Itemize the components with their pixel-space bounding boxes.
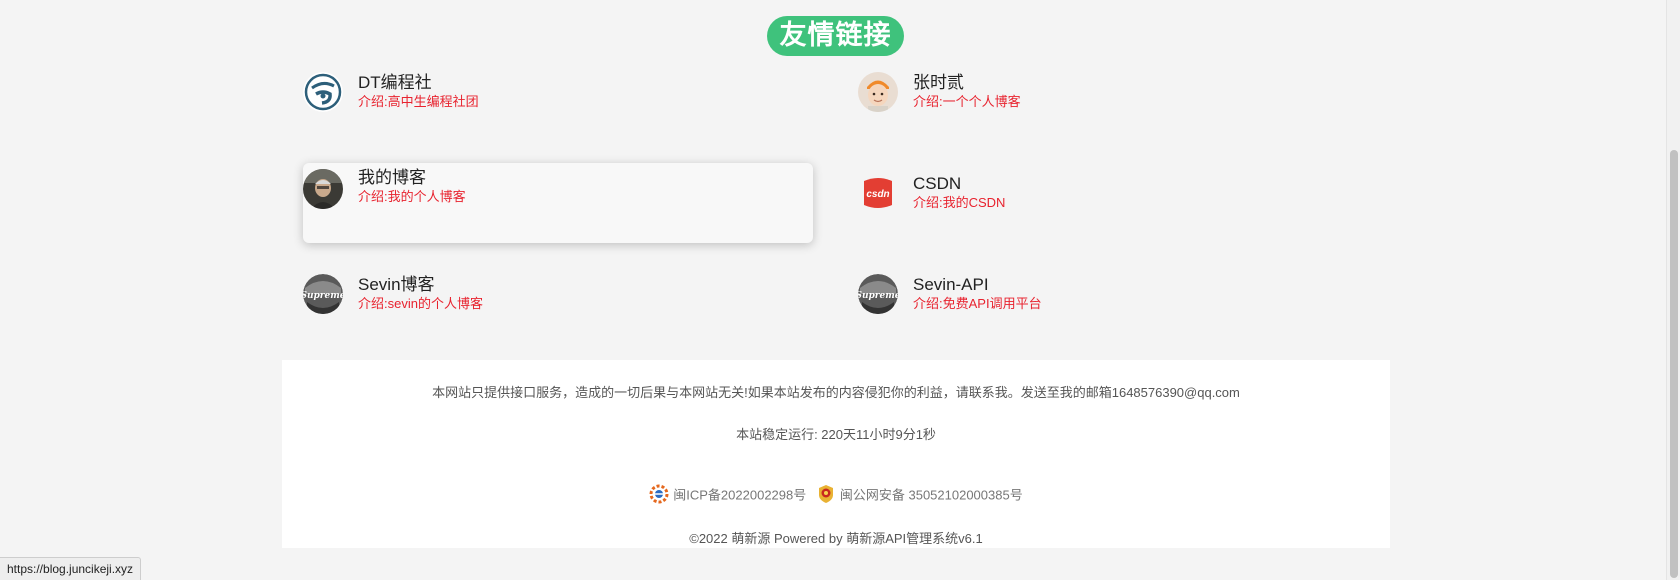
child-avatar-icon [858, 72, 898, 112]
svg-text:csdn: csdn [866, 189, 889, 200]
dt-logo-icon [303, 72, 343, 112]
link-desc: 介绍:我的CSDN [913, 195, 1006, 210]
link-card-my-blog[interactable]: 我的博客 介绍:我的个人博客 [303, 163, 813, 243]
footer-disclaimer: 本网站只提供接口服务，造成的一切后果与本网站无关!如果本站发布的内容侵犯你的利益… [432, 385, 1240, 400]
link-desc: 介绍:sevin的个人博客 [358, 296, 483, 311]
link-desc: 介绍:一个个人博客 [913, 94, 1021, 109]
status-bar-url: https://blog.juncikeji.xyz [0, 557, 142, 580]
supreme-avatar-icon: Supreme [303, 274, 343, 314]
link-name: DT编程社 [358, 73, 432, 92]
link-card-zhangshier[interactable]: 张时贰 介绍:一个个人博客 [858, 72, 1368, 152]
vertical-scrollbar[interactable] [1666, 0, 1680, 580]
footer: 本网站只提供接口服务，造成的一切后果与本网站无关!如果本站发布的内容侵犯你的利益… [282, 360, 1390, 548]
supreme-avatar-icon: Supreme [858, 274, 898, 314]
link-name: 我的博客 [358, 168, 426, 187]
link-name: CSDN [913, 174, 962, 193]
svg-text:Supreme: Supreme [858, 291, 898, 301]
friend-links-page: 友情链接 DT编程社 介绍:高中生编程社团 张时贰 介绍:一个个人博客 我的博客… [0, 0, 1680, 580]
icp-emblem-icon [649, 484, 669, 504]
link-card-sevin-blog[interactable]: Supreme Sevin博客 介绍:sevin的个人博客 [303, 274, 813, 354]
link-name: Sevin-API [913, 275, 989, 294]
portrait-avatar-icon [303, 169, 343, 209]
footer-copyright: ©2022 萌新源 Powered by 萌新源API管理系统v6.1 [689, 531, 983, 546]
link-card-sevin-api[interactable]: Supreme Sevin-API 介绍:免费API调用平台 [858, 274, 1368, 354]
police-beian-link[interactable]: 闽公网安备 35052102000385号 [840, 488, 1023, 503]
csdn-logo-icon: csdn [858, 173, 898, 213]
link-name: 张时贰 [913, 73, 964, 92]
link-card-dt[interactable]: DT编程社 介绍:高中生编程社团 [303, 72, 813, 152]
police-emblem-icon [816, 484, 836, 504]
link-desc: 介绍:免费API调用平台 [913, 296, 1042, 311]
link-card-csdn[interactable]: csdn CSDN 介绍:我的CSDN [858, 173, 1368, 253]
footer-uptime: 本站稳定运行: 220天11小时9分1秒 [736, 427, 936, 442]
friend-links-list: DT编程社 介绍:高中生编程社团 张时贰 介绍:一个个人博客 我的博客 介绍:我… [0, 0, 1680, 340]
link-desc: 介绍:我的个人博客 [358, 189, 466, 204]
link-name: Sevin博客 [358, 275, 435, 294]
link-desc: 介绍:高中生编程社团 [358, 94, 479, 109]
scrollbar-thumb[interactable] [1670, 150, 1678, 578]
icp-link[interactable]: 闽ICP备2022002298号 [673, 488, 806, 503]
beian-row: 闽ICP备2022002298号 闽公网安备 35052102000385号 [282, 484, 1390, 504]
svg-text:Supreme: Supreme [303, 291, 343, 301]
